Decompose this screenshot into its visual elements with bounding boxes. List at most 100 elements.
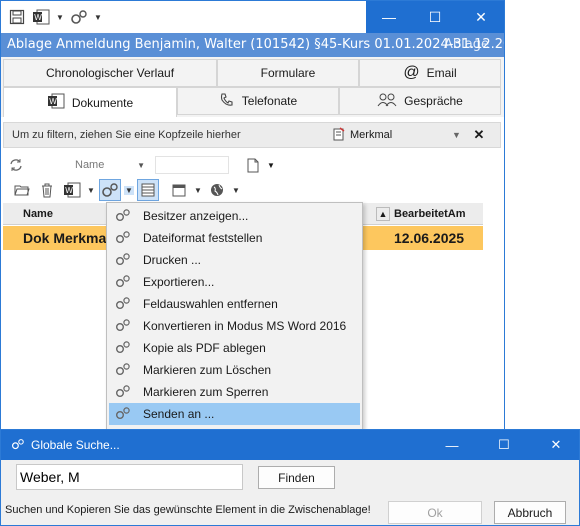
dialog-maximize-button[interactable]: ☐	[481, 437, 527, 453]
close-icon[interactable]: ✕	[470, 127, 488, 143]
chevron-down-icon[interactable]: ▼	[452, 130, 470, 140]
menu-item-feldauswahlen-entfernen[interactable]: Feldauswahlen entfernen	[109, 293, 360, 315]
gear-icon	[115, 340, 131, 357]
name-column-select[interactable]: Name ▼	[75, 159, 149, 171]
trash-icon[interactable]	[36, 179, 58, 201]
dialog-close-button[interactable]: ✕	[533, 437, 579, 453]
search-input[interactable]	[16, 464, 243, 490]
tab-label: Telefonate	[241, 94, 298, 108]
caption-overlay: Ablage	[444, 37, 489, 52]
save-icon[interactable]	[8, 8, 26, 26]
menu-item-markieren-zum-sperren[interactable]: Markieren zum Sperren	[109, 381, 360, 403]
dialog-minimize-button[interactable]: —	[429, 438, 475, 453]
menu-item-label: Markieren zum Sperren	[143, 385, 269, 399]
gear-icon	[115, 406, 131, 423]
gear-icon	[115, 296, 131, 313]
window-dropdown-icon[interactable]: ▼	[193, 186, 203, 195]
word-dropdown-icon[interactable]: ▼	[56, 13, 64, 22]
chevron-down-icon[interactable]: ▼	[267, 161, 275, 170]
gear-icon[interactable]	[99, 179, 121, 201]
merkmal-icon	[332, 126, 346, 144]
caption-text: Ablage Anmeldung Benjamin, Walter (10154…	[7, 37, 504, 52]
gear-icon	[115, 274, 131, 291]
tab-label: Chronologischer Verlauf	[45, 66, 175, 80]
menu-item-dateiformat-feststellen[interactable]: Dateiformat feststellen	[109, 227, 360, 249]
menu-item-drucken[interactable]: Drucken ...	[109, 249, 360, 271]
filter-hint: Um zu filtern, ziehen Sie eine Kopfzeile…	[12, 129, 241, 141]
menu-item-senden-an[interactable]: Senden an ...	[109, 403, 360, 425]
filter-toolbar: Name ▼ ▼	[3, 153, 501, 177]
column-header-bearbeitet[interactable]: BearbeitetAm	[390, 208, 483, 220]
name-filter-input[interactable]	[155, 156, 229, 174]
gear-dropdown-icon[interactable]: ▼	[124, 185, 134, 195]
gear-icon	[115, 208, 131, 225]
menu-item-label: Exportieren...	[143, 275, 215, 289]
dialog-title: Globale Suche...	[31, 438, 120, 452]
tab-label: Gespräche	[404, 94, 463, 108]
menu-item-label: Kopie als PDF ablegen	[143, 341, 266, 355]
sort-ascending-icon[interactable]: ▲	[376, 206, 390, 221]
status-message: Suchen und Kopieren Sie das gewünschte E…	[5, 504, 371, 516]
tab-chronologischer-verlauf[interactable]: Chronologischer Verlauf	[3, 59, 217, 87]
tab-label: Formulare	[260, 66, 316, 80]
menu-item-label: Markieren zum Löschen	[143, 363, 272, 377]
dialog-title-bar: Globale Suche... — ☐ ✕	[1, 430, 579, 460]
word-icon[interactable]: W	[32, 8, 50, 26]
list-view-icon[interactable]	[137, 179, 159, 201]
globe-dropdown-icon[interactable]: ▼	[231, 186, 241, 195]
cancel-button[interactable]: Abbruch	[494, 501, 566, 524]
svg-text:W: W	[49, 97, 57, 106]
menu-item-markieren-zum-loeschen[interactable]: Markieren zum Löschen	[109, 359, 360, 381]
gear-dropdown-icon[interactable]: ▼	[94, 13, 102, 22]
gear-icon	[115, 252, 131, 269]
column-header-name[interactable]: Name	[3, 208, 108, 220]
title-bar: W ▼ ▼ — ☐ ✕	[1, 1, 504, 33]
tab-bar: Chronologischer Verlauf Formulare @ Emai…	[1, 57, 504, 117]
tab-dokumente[interactable]: W Dokumente	[3, 87, 177, 117]
cell-bearbeitet: 12.06.2025	[394, 230, 465, 246]
menu-item-konvertieren-ms-word[interactable]: Konvertieren in Modus MS Word 2016	[109, 315, 360, 337]
open-folder-icon[interactable]	[11, 179, 33, 201]
find-button[interactable]: Finden	[258, 466, 335, 489]
ok-button[interactable]: Ok	[388, 501, 482, 524]
gear-icon	[115, 362, 131, 379]
merkmal-field[interactable]: Merkmal	[332, 126, 452, 144]
tab-label: Dokumente	[71, 95, 134, 110]
tab-gespraeche[interactable]: Gespräche	[339, 87, 501, 115]
close-button[interactable]: ✕	[458, 1, 504, 33]
word-icon[interactable]: W	[61, 179, 83, 201]
menu-item-exportieren[interactable]: Exportieren...	[109, 271, 360, 293]
menu-item-label: Konvertieren in Modus MS Word 2016	[143, 319, 347, 333]
tab-formulare[interactable]: Formulare	[217, 59, 359, 87]
menu-item-besitzer-anzeigen[interactable]: Besitzer anzeigen...	[109, 205, 360, 227]
refresh-icon[interactable]	[9, 158, 25, 172]
tab-label: Email	[426, 66, 457, 80]
group-filter-panel[interactable]: Um zu filtern, ziehen Sie eine Kopfzeile…	[3, 122, 501, 148]
tab-telefonate[interactable]: Telefonate	[177, 87, 339, 115]
context-menu: Besitzer anzeigen... Dateiformat festste…	[106, 202, 363, 430]
minimize-button[interactable]: —	[366, 1, 412, 33]
tab-email[interactable]: @ Email	[359, 59, 501, 87]
menu-item-kopie-als-pdf[interactable]: Kopie als PDF ablegen	[109, 337, 360, 359]
window-caption: Ablage Anmeldung Benjamin, Walter (10154…	[1, 33, 504, 57]
word-dropdown-icon[interactable]: ▼	[86, 186, 96, 195]
menu-item-label: Senden an ...	[143, 407, 215, 421]
gear-icon	[115, 318, 131, 335]
chevron-down-icon: ▼	[137, 160, 145, 170]
menu-item-label: Feldauswahlen entfernen	[143, 297, 278, 311]
menu-item-label: Drucken ...	[143, 253, 202, 267]
gear-icon	[115, 384, 131, 401]
new-document-icon[interactable]	[247, 158, 259, 173]
name-select-label: Name	[75, 159, 105, 171]
svg-text:W: W	[34, 13, 42, 22]
document-toolbar: W ▼ ▼ ▼ ▼	[3, 178, 501, 202]
merkmal-label: Merkmal	[350, 129, 393, 141]
menu-item-label: Besitzer anzeigen...	[143, 209, 249, 223]
menu-item-label: Dateiformat feststellen	[143, 231, 263, 245]
gear-icon[interactable]	[70, 8, 88, 26]
maximize-button[interactable]: ☐	[412, 1, 458, 33]
globe-icon[interactable]	[206, 179, 228, 201]
quick-access-toolbar: W ▼ ▼	[1, 1, 366, 33]
window-icon[interactable]	[168, 179, 190, 201]
window-controls: — ☐ ✕	[366, 1, 504, 33]
